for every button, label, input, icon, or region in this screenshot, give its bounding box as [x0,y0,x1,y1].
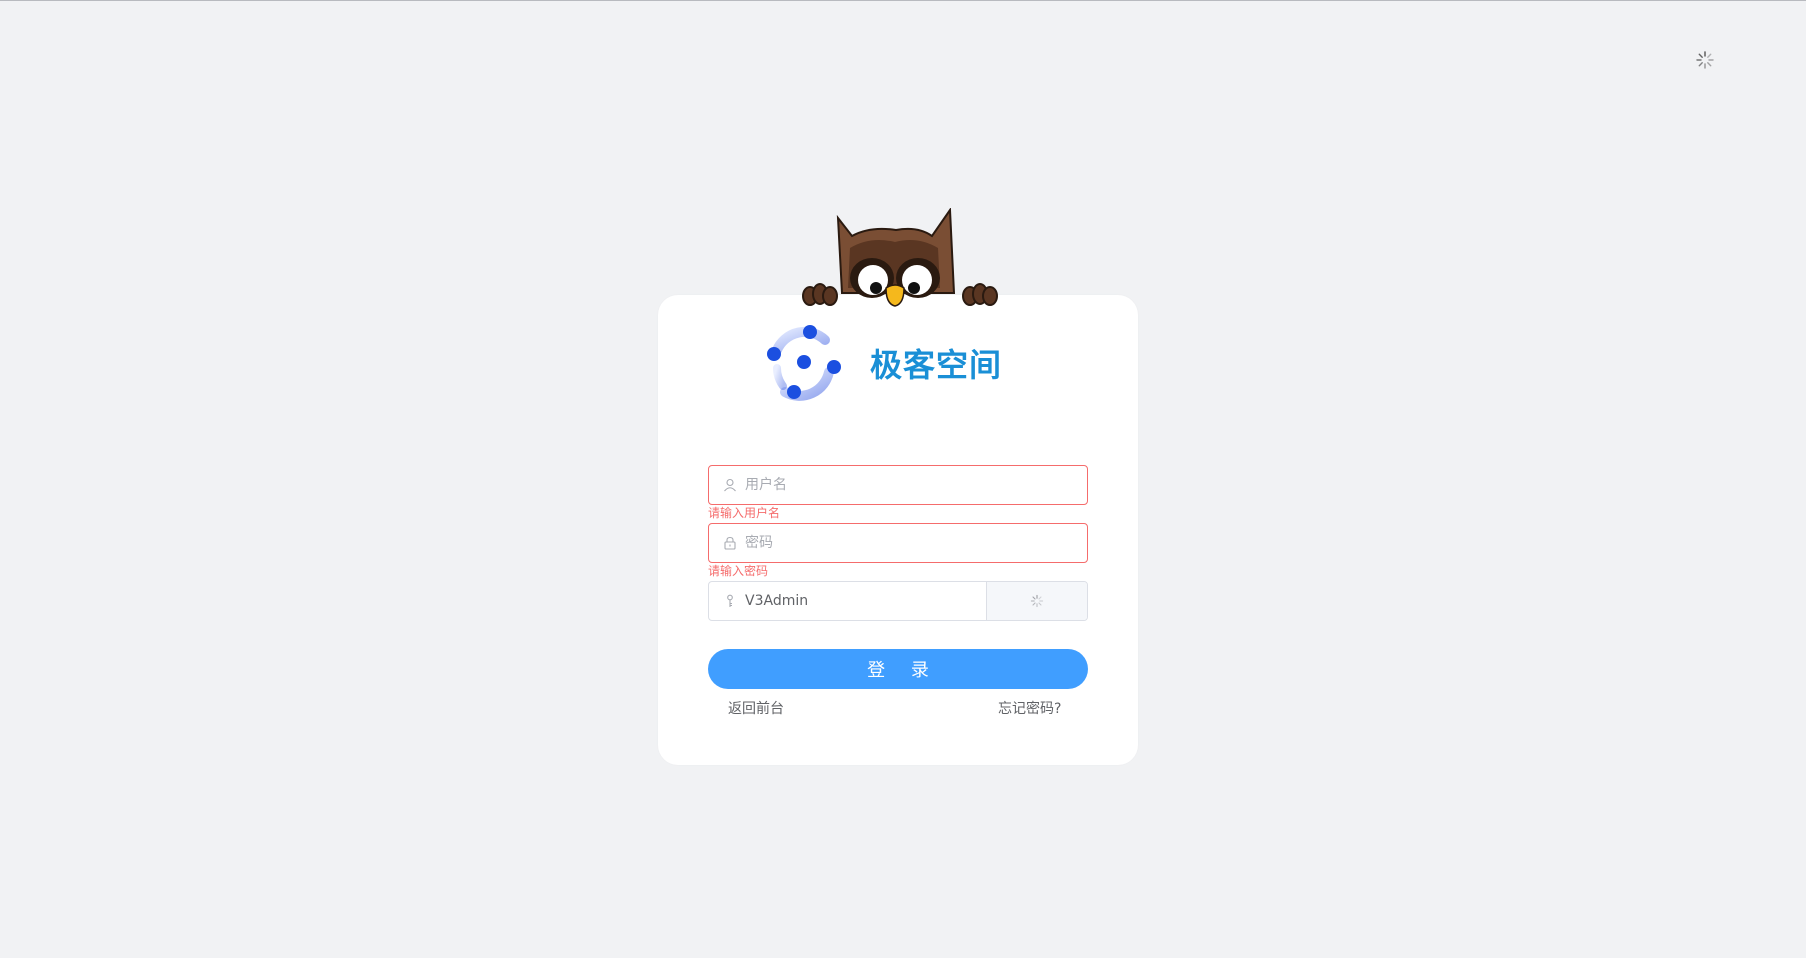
back-to-frontend-link[interactable]: 返回前台 [728,699,784,719]
captcha-image[interactable] [986,582,1087,620]
password-field[interactable] [708,523,1088,563]
captcha-field[interactable] [708,581,1088,621]
top-border [0,0,1806,1]
password-input[interactable] [745,525,1087,561]
username-field[interactable] [708,465,1088,505]
forgot-password-link[interactable]: 忘记密码? [998,699,1061,719]
key-icon [727,594,733,607]
dots-ring-logo-icon [767,325,841,401]
password-error: 请输入密码 [708,564,769,578]
brand: 极客空间 [763,323,1002,403]
login-card: 极客空间 请输入用户名 请输入密码 [658,295,1138,765]
username-input[interactable] [745,467,1087,503]
lock-icon [724,536,736,550]
brand-title: 极客空间 [870,346,1003,384]
owl-mascot-icon [800,207,1000,308]
username-error: 请输入用户名 [708,506,781,520]
user-icon [724,478,736,492]
loading-spinner-icon[interactable] [1695,50,1715,70]
login-button[interactable]: 登 录 [708,649,1088,689]
loading-spinner-icon [1030,594,1044,608]
captcha-input[interactable] [745,583,985,619]
